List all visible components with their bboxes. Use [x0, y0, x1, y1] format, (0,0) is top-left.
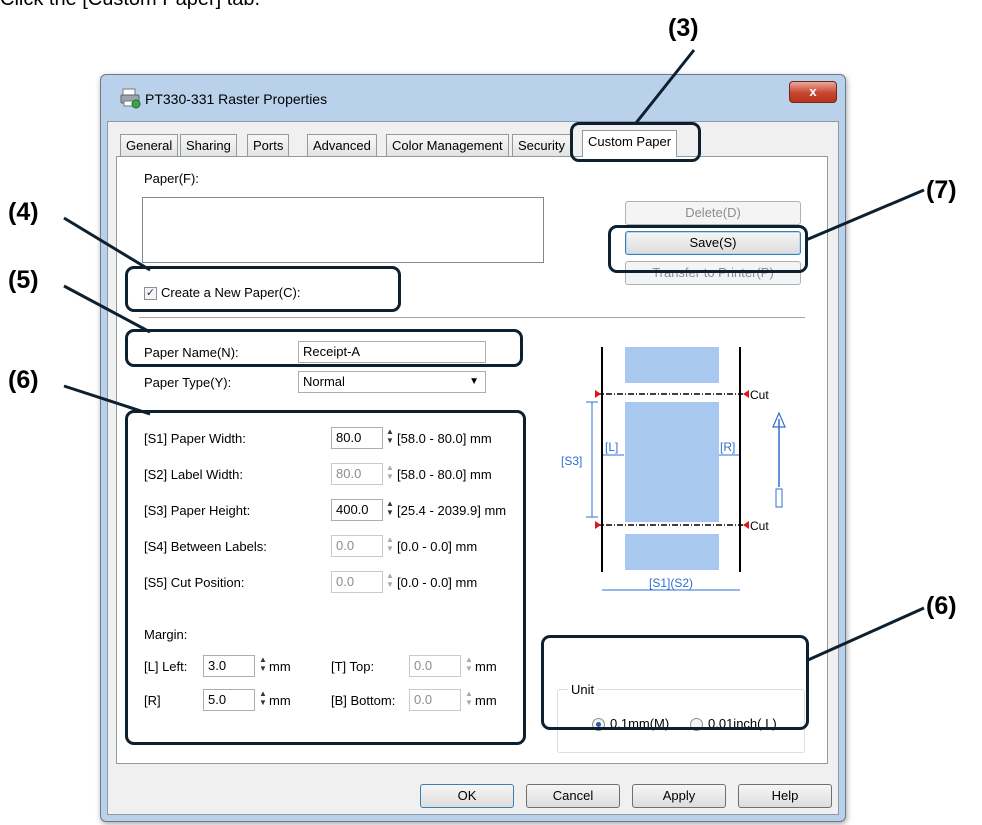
cut-label-bottom: Cut [750, 519, 769, 533]
window-title: PT330-331 Raster Properties [145, 91, 328, 107]
printer-head-icon [775, 488, 783, 508]
delete-button[interactable]: Delete(D) [625, 201, 801, 225]
help-button[interactable]: Help [738, 784, 832, 808]
callout-box-4 [125, 266, 401, 312]
cancel-button[interactable]: Cancel [526, 784, 620, 808]
tab-color-management[interactable]: Color Management [386, 134, 509, 156]
separator-line [139, 317, 805, 318]
callout-5: (5) [8, 266, 39, 294]
callout-box-5 [125, 329, 523, 367]
tab-custom-paper[interactable]: Custom Paper [582, 130, 678, 157]
paper-listbox[interactable] [142, 197, 544, 263]
callout-6-right: (6) [926, 592, 957, 620]
ok-button[interactable]: OK [420, 784, 514, 808]
cut-label-top: Cut [750, 388, 769, 402]
apply-button[interactable]: Apply [632, 784, 726, 808]
tab-security[interactable]: Security [512, 134, 571, 156]
callout-4: (4) [8, 198, 39, 226]
tab-general[interactable]: General [120, 134, 179, 156]
paper-type-select[interactable]: Normal ▼ [298, 371, 486, 393]
chevron-down-icon: ▼ [469, 376, 479, 387]
s3-dimension-label: [S3] [561, 454, 582, 468]
callout-6-left: (6) [8, 366, 39, 394]
paper-type-value: Normal [303, 374, 345, 389]
r-dimension-label: [R] [720, 440, 735, 454]
callout-box-6-left [125, 410, 526, 745]
callout-box-6-right [541, 635, 809, 730]
callout-7: (7) [926, 176, 957, 204]
paper-layout-diagram: Cut Cut [S3] [L] [R] [S1](S2) [561, 347, 786, 591]
cut-marker-top-left [595, 390, 601, 398]
cut-marker-bottom-left [595, 521, 601, 529]
title-bar[interactable]: PT330-331 Raster Properties x [101, 75, 845, 121]
tab-sharing[interactable]: Sharing [180, 134, 237, 156]
instruction-text: Click the [Custom Paper] tab. [0, 0, 260, 11]
paper-fill-bottom [625, 534, 719, 570]
tab-advanced[interactable]: Advanced [307, 134, 377, 156]
callout-3: (3) [668, 14, 699, 42]
cut-marker-top-right [743, 390, 749, 398]
paper-fill-middle [625, 402, 719, 522]
paper-type-label: Paper Type(Y): [144, 375, 232, 390]
s1s2-dimension-label: [S1](S2) [649, 576, 693, 590]
l-dimension-label: [L] [605, 440, 618, 454]
paper-fill-top [625, 347, 719, 383]
printer-icon [120, 88, 141, 109]
paper-label: Paper(F): [144, 171, 199, 186]
callout-box-7 [608, 225, 808, 273]
cut-marker-bottom-right [743, 521, 749, 529]
tab-ports[interactable]: Ports [247, 134, 290, 156]
close-button[interactable]: x [789, 81, 837, 103]
